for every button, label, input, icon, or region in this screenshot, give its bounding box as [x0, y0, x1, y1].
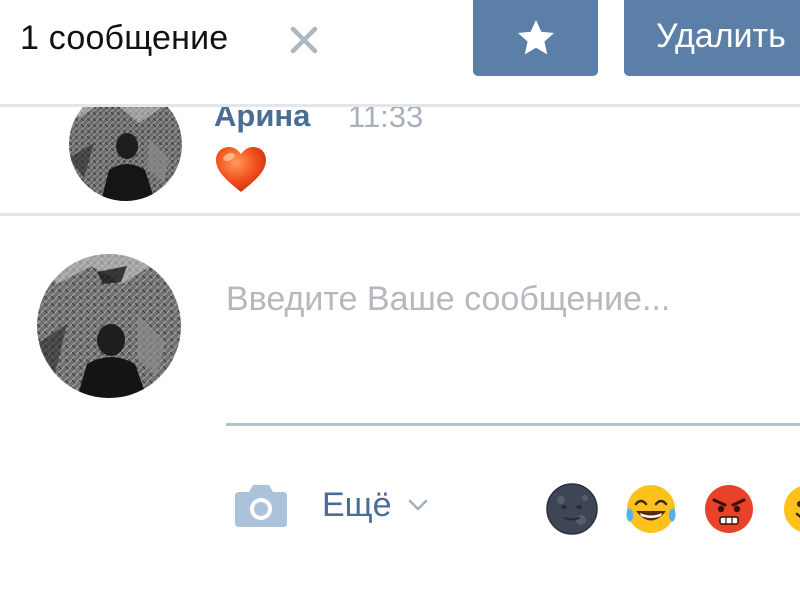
message-input[interactable] — [226, 270, 800, 430]
selected-count-label: 1 сообщение — [20, 19, 229, 57]
camera-icon[interactable] — [233, 482, 289, 528]
favorite-button[interactable] — [473, 0, 598, 76]
header-divider — [0, 104, 800, 107]
delete-button[interactable]: Удалить — [624, 0, 800, 76]
delete-button-label: Удалить — [656, 17, 786, 55]
star-icon — [517, 20, 554, 55]
angry-face-icon[interactable] — [702, 482, 756, 536]
input-underline — [226, 423, 800, 426]
more-label: Ещё — [322, 486, 392, 524]
smiling-face-icon[interactable] — [781, 482, 800, 536]
new-moon-face-icon[interactable] — [545, 482, 599, 536]
chat-window: 1 сообщение Удалить Арина 11:33 Введите … — [0, 0, 800, 600]
close-icon[interactable] — [286, 22, 322, 58]
my-avatar[interactable] — [37, 254, 181, 398]
selection-bar: 1 сообщение Удалить — [0, 0, 800, 104]
more-attachments-button[interactable]: Ещё — [322, 482, 430, 528]
chevron-down-icon — [408, 499, 427, 511]
tears-of-joy-icon[interactable] — [624, 482, 678, 536]
message-divider — [0, 213, 800, 216]
heart-emoji-icon — [216, 147, 266, 192]
